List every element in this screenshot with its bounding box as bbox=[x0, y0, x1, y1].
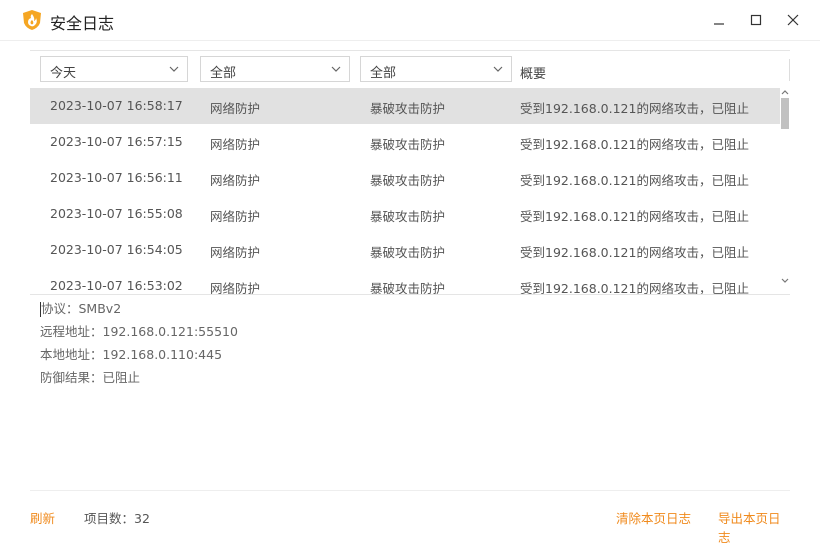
log-category: 网络防护 bbox=[210, 137, 261, 152]
item-count: 项目数：32 bbox=[84, 511, 150, 526]
log-time: 2023-10-07 16:53:02 bbox=[50, 278, 183, 293]
scrollbar-thumb[interactable] bbox=[781, 98, 789, 129]
window-title: 安全日志 bbox=[50, 14, 115, 33]
log-row[interactable]: 2023-10-07 16:55:08 网络防护 暴破攻击防护 受到192.16… bbox=[30, 196, 780, 232]
log-category: 网络防护 bbox=[210, 101, 261, 116]
category-filter-value: 全部 bbox=[210, 66, 237, 81]
detail-remote-address: 远程地址：192.168.0.121:55510 bbox=[40, 324, 238, 339]
log-type: 暴破攻击防护 bbox=[370, 137, 446, 152]
log-summary: 受到192.168.0.121的网络攻击，已阻止 bbox=[520, 281, 749, 295]
log-time: 2023-10-07 16:55:08 bbox=[50, 206, 183, 221]
log-time: 2023-10-07 16:56:11 bbox=[50, 170, 183, 185]
title-bar: 安全日志 bbox=[0, 0, 820, 41]
vertical-scrollbar[interactable] bbox=[780, 88, 790, 294]
log-time: 2023-10-07 16:54:05 bbox=[50, 242, 183, 257]
log-summary: 受到192.168.0.121的网络攻击，已阻止 bbox=[520, 209, 749, 224]
log-type: 暴破攻击防护 bbox=[370, 101, 446, 116]
log-list: 2023-10-07 16:58:17 网络防护 暴破攻击防护 受到192.16… bbox=[30, 88, 790, 295]
log-category: 网络防护 bbox=[210, 209, 261, 224]
log-summary: 受到192.168.0.121的网络攻击，已阻止 bbox=[520, 137, 749, 152]
maximize-button[interactable] bbox=[744, 8, 768, 32]
log-row[interactable]: 2023-10-07 16:54:05 网络防护 暴破攻击防护 受到192.16… bbox=[30, 232, 780, 268]
log-time: 2023-10-07 16:57:15 bbox=[50, 134, 183, 149]
shield-flame-logo-icon bbox=[23, 10, 41, 30]
log-summary: 受到192.168.0.121的网络攻击，已阻止 bbox=[520, 173, 749, 188]
scroll-down-arrow-icon[interactable] bbox=[781, 278, 789, 284]
minimize-button[interactable] bbox=[707, 8, 731, 32]
filter-bar: 今天 全部 全部 概要 bbox=[30, 50, 790, 89]
type-filter-select[interactable]: 全部 bbox=[360, 56, 512, 82]
log-type: 暴破攻击防护 bbox=[370, 245, 446, 260]
time-filter-select[interactable]: 今天 bbox=[40, 56, 188, 82]
export-page-logs-link[interactable]: 导出本页日志 bbox=[718, 508, 790, 546]
type-filter-value: 全部 bbox=[370, 66, 397, 81]
footer-bar: 刷新 项目数：32 清除本页日志 导出本页日志 bbox=[30, 490, 790, 545]
log-type: 暴破攻击防护 bbox=[370, 173, 446, 188]
log-category: 网络防护 bbox=[210, 173, 261, 188]
summary-column-header: 概要 bbox=[520, 67, 547, 82]
log-category: 网络防护 bbox=[210, 245, 261, 260]
close-icon bbox=[787, 14, 799, 26]
log-category: 网络防护 bbox=[210, 281, 261, 295]
log-type: 暴破攻击防护 bbox=[370, 281, 446, 295]
maximize-icon bbox=[750, 14, 762, 26]
detail-defense-result: 防御结果：已阻止 bbox=[40, 370, 141, 385]
detail-protocol: 协议：SMBv2 bbox=[41, 301, 122, 316]
minimize-icon bbox=[714, 23, 724, 25]
detail-panel: 协议：SMBv2 远程地址：192.168.0.121:55510 本地地址：1… bbox=[40, 300, 780, 392]
log-row[interactable]: 2023-10-07 16:53:02 网络防护 暴破攻击防护 受到192.16… bbox=[30, 268, 780, 295]
column-divider bbox=[789, 59, 790, 81]
detail-local-address: 本地地址：192.168.0.110:445 bbox=[40, 347, 223, 362]
refresh-link[interactable]: 刷新 bbox=[30, 508, 55, 527]
chevron-down-icon bbox=[169, 66, 179, 72]
log-summary: 受到192.168.0.121的网络攻击，已阻止 bbox=[520, 245, 749, 260]
chevron-down-icon bbox=[493, 66, 503, 72]
log-summary: 受到192.168.0.121的网络攻击，已阻止 bbox=[520, 101, 749, 116]
log-row[interactable]: 2023-10-07 16:57:15 网络防护 暴破攻击防护 受到192.16… bbox=[30, 124, 780, 160]
category-filter-select[interactable]: 全部 bbox=[200, 56, 350, 82]
time-filter-value: 今天 bbox=[50, 66, 77, 81]
log-type: 暴破攻击防护 bbox=[370, 209, 446, 224]
log-row[interactable]: 2023-10-07 16:58:17 网络防护 暴破攻击防护 受到192.16… bbox=[30, 88, 780, 124]
log-row[interactable]: 2023-10-07 16:56:11 网络防护 暴破攻击防护 受到192.16… bbox=[30, 160, 780, 196]
chevron-down-icon bbox=[331, 66, 341, 72]
close-button[interactable] bbox=[781, 8, 805, 32]
scroll-up-arrow-icon[interactable] bbox=[781, 89, 789, 95]
clear-page-logs-link[interactable]: 清除本页日志 bbox=[616, 508, 691, 527]
log-time: 2023-10-07 16:58:17 bbox=[50, 98, 183, 113]
